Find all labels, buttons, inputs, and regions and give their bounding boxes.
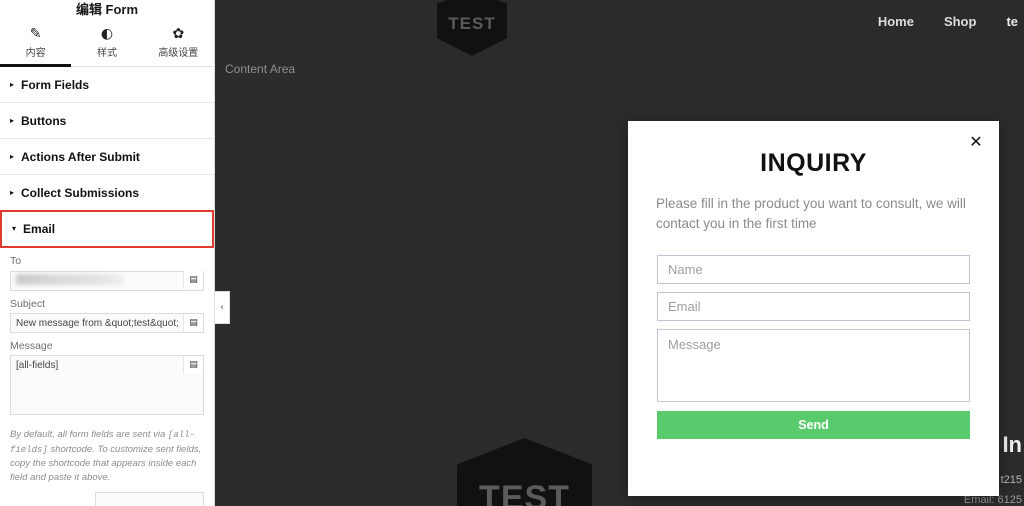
modal-subtitle: Please fill in the product you want to c…	[656, 196, 966, 232]
modal-title: INQUIRY	[760, 149, 867, 177]
to-tag-insert-icon[interactable]: ▤	[183, 271, 203, 289]
next-field-partial[interactable]	[95, 491, 204, 506]
tab-style-label: 样式	[96, 48, 117, 59]
close-icon[interactable]: ✕	[965, 131, 987, 153]
help-text-part-1: By default, all form fields are sent via	[10, 429, 168, 440]
site-logo-bottom: TEST	[457, 438, 592, 506]
pencil-icon: ✎	[29, 26, 42, 42]
contrast-icon: ◐	[100, 26, 114, 42]
site-nav: Home Shop te	[878, 14, 1024, 29]
name-input[interactable]	[657, 254, 970, 284]
subject-input[interactable]	[10, 313, 204, 333]
message-input[interactable]	[657, 328, 970, 402]
to-field-row: ▤	[10, 270, 204, 291]
section-email-label: Email	[23, 222, 56, 236]
footer-line-1: t215	[1000, 474, 1022, 486]
editor-panel: 编辑 Form ✎ 内容 ◐ 样式 ✿ 高级设置 ▸ Form Fields ▸…	[0, 0, 215, 506]
chevron-right-icon: ▸	[10, 151, 15, 161]
nav-item-truncated[interactable]: te	[1006, 14, 1018, 29]
message-field-label: Message	[10, 340, 53, 352]
message-tag-insert-icon[interactable]: ▤	[183, 356, 203, 374]
subject-field-row: ▤	[10, 313, 204, 333]
subject-tag-insert-icon[interactable]: ▤	[183, 313, 203, 332]
section-collect-submissions[interactable]: ▸ Collect Submissions	[0, 175, 214, 211]
email-input[interactable]	[657, 291, 970, 321]
chevron-right-icon: ▸	[10, 115, 15, 125]
message-textarea[interactable]	[10, 355, 204, 415]
site-header: Home Shop te	[215, 0, 1024, 56]
nav-item-home[interactable]: Home	[878, 14, 914, 29]
section-actions-after-submit-label: Actions After Submit	[21, 149, 140, 164]
chevron-down-icon: ▾	[12, 224, 17, 233]
tab-content-label: 内容	[25, 48, 46, 59]
section-buttons-label: Buttons	[21, 113, 67, 128]
tab-advanced[interactable]: ✿ 高级设置	[143, 20, 214, 66]
tab-content[interactable]: ✎ 内容	[0, 20, 72, 67]
nav-item-shop[interactable]: Shop	[944, 14, 977, 29]
panel-tabs: ✎ 内容 ◐ 样式 ✿ 高级设置	[0, 20, 214, 67]
screen-root: Home Shop te TEST Content Area TEST In t…	[0, 0, 1024, 506]
content-area-label: Content Area	[225, 62, 296, 76]
panel-collapse-handle[interactable]: ‹	[215, 291, 230, 324]
section-collect-submissions-label: Collect Submissions	[21, 185, 140, 200]
section-buttons[interactable]: ▸ Buttons	[0, 103, 214, 139]
email-settings-body: To ▤ Subject ▤ Message ▤	[0, 255, 214, 420]
section-email[interactable]: ▾ Email	[0, 210, 214, 248]
inquiry-modal: ✕ INQUIRY Please fill in the product you…	[628, 121, 999, 496]
chevron-right-icon: ▸	[10, 187, 15, 197]
chevron-right-icon: ▸	[10, 79, 15, 89]
email-help-text: By default, all form fields are sent via…	[0, 428, 214, 486]
tab-style[interactable]: ◐ 样式	[71, 20, 142, 66]
section-form-fields-label: Form Fields	[21, 77, 90, 92]
section-actions-after-submit[interactable]: ▸ Actions After Submit	[0, 139, 214, 175]
to-field-label: To	[10, 255, 22, 267]
subject-field-label: Subject	[10, 297, 46, 310]
panel-title: 编辑 Form	[75, 2, 139, 17]
gear-icon: ✿	[172, 26, 185, 42]
tab-advanced-label: 高级设置	[158, 48, 199, 59]
footer-heading: In	[1002, 432, 1022, 457]
send-button[interactable]: Send	[657, 410, 970, 439]
section-form-fields[interactable]: ▸ Form Fields	[0, 67, 214, 103]
inquiry-form: Send	[657, 254, 970, 439]
message-field-row: ▤	[10, 355, 204, 420]
redacted-email-value	[16, 274, 124, 285]
